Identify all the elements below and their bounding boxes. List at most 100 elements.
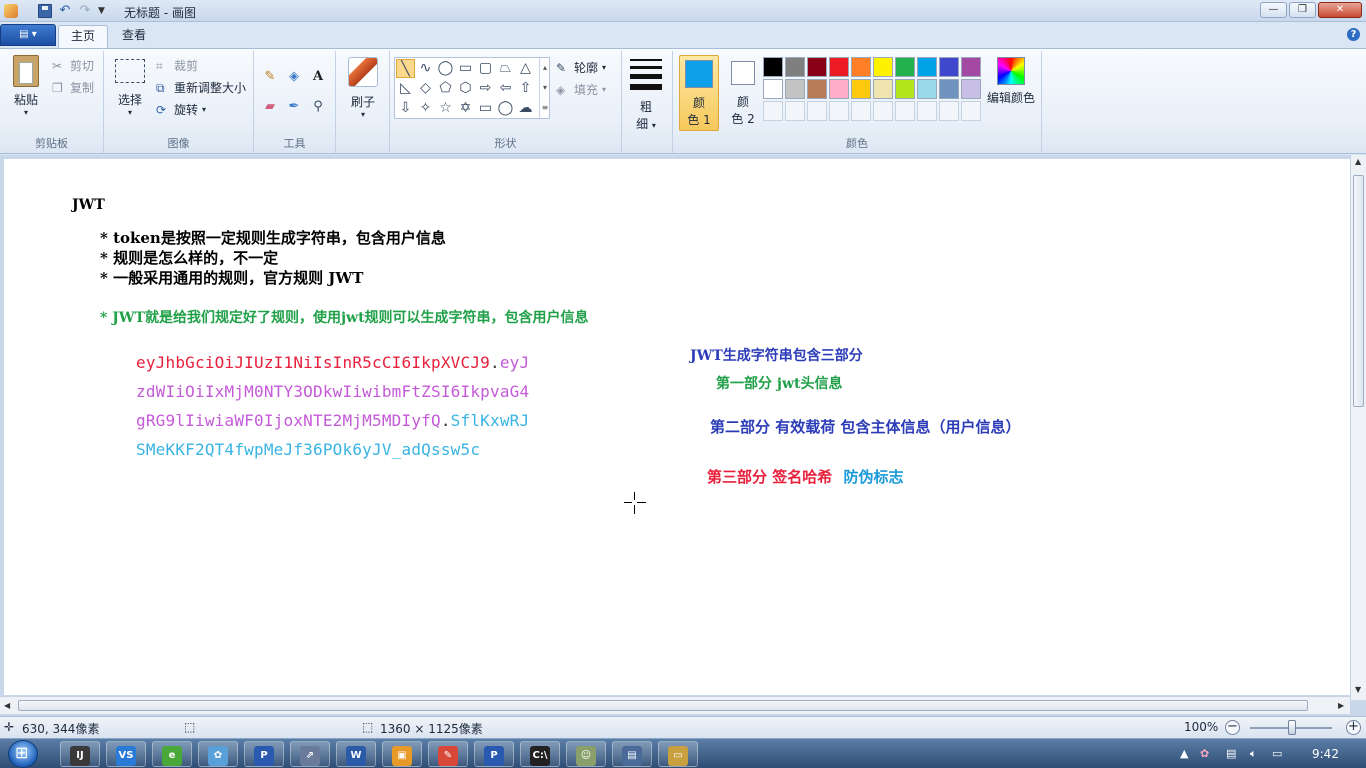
scroll-right-icon[interactable]: ▶ [1338,701,1344,710]
shape-callout-oval-icon[interactable]: ◯ [496,99,515,118]
minimize-button[interactable]: — [1260,2,1287,18]
color-picker-icon[interactable]: ✒ [284,97,304,117]
palette-swatch[interactable] [917,57,937,77]
shape-polygon-icon[interactable]: ⏢ [496,59,515,78]
palette-swatch[interactable] [873,79,893,99]
zoom-out-button[interactable]: − [1225,720,1240,735]
horizontal-scroll-thumb[interactable] [18,700,1308,711]
tray-device-icon[interactable]: ▭ [1272,747,1282,760]
brushes-button[interactable]: 刷子 ▾ [344,57,382,119]
save-icon[interactable] [38,4,52,18]
taskbar-app-icon[interactable]: ▭ [658,741,698,767]
palette-swatch[interactable] [807,79,827,99]
horizontal-scrollbar[interactable]: ◀ ▶ [0,696,1350,714]
palette-empty-swatch[interactable] [873,101,893,121]
rotate-button[interactable]: ⟳ 旋转 ▾ [156,101,206,118]
redo-icon[interactable]: ↷ [78,4,92,18]
palette-swatch[interactable] [763,57,783,77]
vertical-scrollbar[interactable]: ▲ ▼ [1350,155,1366,700]
color2-button[interactable]: 颜 色 2 [723,55,763,131]
shape-right-triangle-icon[interactable]: ◺ [396,79,415,98]
shape-oval-icon[interactable]: ◯ [436,59,455,78]
shape-rounded-rect-icon[interactable]: ▢ [476,59,495,78]
palette-empty-swatch[interactable] [917,101,937,121]
start-button-icon[interactable] [8,740,38,768]
palette-empty-swatch[interactable] [851,101,871,121]
taskbar-app-icon[interactable]: e [152,741,192,767]
shape-up-arrow-icon[interactable]: ⇧ [516,79,535,98]
undo-icon[interactable]: ↶ [58,4,72,18]
shape-four-star-icon[interactable]: ✧ [416,99,435,118]
shape-hexagon-icon[interactable]: ⬡ [456,79,475,98]
taskbar-app-icon[interactable]: P [244,741,284,767]
palette-swatch[interactable] [895,57,915,77]
outline-button[interactable]: ✎ 轮廓 ▾ [556,59,606,76]
palette-empty-swatch[interactable] [939,101,959,121]
shape-down-arrow-icon[interactable]: ⇩ [396,99,415,118]
select-button[interactable]: 选择 ▾ [112,59,148,117]
application-menu-button[interactable]: ▤ ▾ [0,24,56,46]
magnifier-icon[interactable]: ⚲ [308,97,328,117]
shapes-scroll-icon[interactable]: ▴ ▾ ≡ [539,58,550,118]
shape-left-arrow-icon[interactable]: ⇦ [496,79,515,98]
palette-swatch[interactable] [807,57,827,77]
clock[interactable]: 9:42 [1312,747,1339,761]
palette-swatch[interactable] [961,79,981,99]
palette-empty-swatch[interactable] [895,101,915,121]
palette-swatch[interactable] [939,79,959,99]
palette-swatch[interactable] [785,57,805,77]
fill-bucket-icon[interactable]: ◈ [284,67,304,87]
scroll-up-icon[interactable]: ▲ [1355,157,1361,166]
taskbar-app-icon[interactable]: ☺ [566,741,606,767]
tray-flower-icon[interactable]: ✿ [1200,747,1209,760]
tray-network-icon[interactable]: ▤ [1226,747,1236,760]
resize-button[interactable]: ⧉ 重新调整大小 [156,79,246,96]
scroll-down-icon[interactable]: ▼ [1355,685,1361,694]
close-button[interactable]: ✕ [1318,2,1362,18]
palette-empty-swatch[interactable] [807,101,827,121]
copy-button[interactable]: ❐ 复制 [52,79,94,96]
shape-five-star-icon[interactable]: ☆ [436,99,455,118]
taskbar-app-icon[interactable]: IJ [60,741,100,767]
help-icon[interactable]: ? [1347,28,1360,41]
palette-swatch[interactable] [873,57,893,77]
palette-empty-swatch[interactable] [763,101,783,121]
taskbar-app-icon[interactable]: VS [106,741,146,767]
pencil-icon[interactable]: ✎ [260,67,280,87]
scroll-left-icon[interactable]: ◀ [4,701,10,710]
shape-callout-rect-icon[interactable]: ▭ [476,99,495,118]
shape-line-icon[interactable]: ╲ [396,59,415,78]
cut-button[interactable]: ✂ 剪切 [52,57,94,74]
crop-button[interactable]: ⌗ 裁剪 [156,57,198,74]
shape-pentagon-icon[interactable]: ⬠ [436,79,455,98]
eraser-icon[interactable]: ▰ [260,97,280,117]
size-button[interactable]: 粗 细 ▾ [624,57,668,132]
palette-swatch[interactable] [895,79,915,99]
taskbar-app-icon[interactable]: C:\ [520,741,560,767]
palette-empty-swatch[interactable] [961,101,981,121]
palette-empty-swatch[interactable] [785,101,805,121]
taskbar-app-icon[interactable]: ▣ [382,741,422,767]
zoom-in-button[interactable]: + [1346,720,1361,735]
paint-app-icon[interactable] [4,4,18,18]
taskbar-app-icon[interactable]: ✎ [428,741,468,767]
vertical-scroll-thumb[interactable] [1353,175,1364,407]
taskbar-app-icon[interactable]: ▤ [612,741,652,767]
fill-button[interactable]: ◈ 填充 ▾ [556,81,606,98]
taskbar-app-icon[interactable]: ✿ [198,741,238,767]
shape-six-star-icon[interactable]: ✡ [456,99,475,118]
shape-right-arrow-icon[interactable]: ⇨ [476,79,495,98]
show-hidden-icons-icon[interactable]: ▲ [1180,747,1188,760]
palette-swatch[interactable] [785,79,805,99]
tray-volume-icon[interactable]: 🔈︎ [1250,747,1257,761]
palette-swatch[interactable] [961,57,981,77]
palette-swatch[interactable] [763,79,783,99]
maximize-button[interactable]: ❐ [1289,2,1316,18]
tab-view[interactable]: 查看 [110,25,158,48]
text-tool-icon[interactable]: A [308,67,328,87]
palette-swatch[interactable] [829,57,849,77]
palette-swatch[interactable] [939,57,959,77]
palette-empty-swatch[interactable] [829,101,849,121]
customize-qat-chevron-icon[interactable]: ▼ [98,6,105,16]
shape-curve-icon[interactable]: ∿ [416,59,435,78]
